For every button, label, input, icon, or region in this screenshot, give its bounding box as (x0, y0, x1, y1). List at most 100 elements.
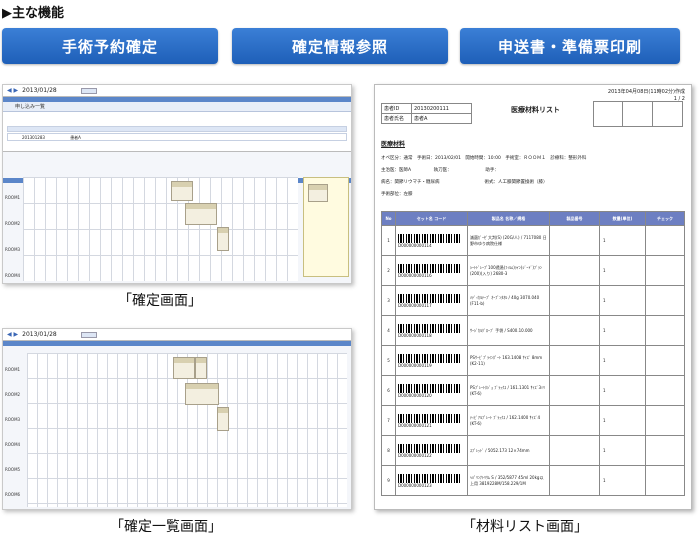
info-line-1: オペ区分：通常 手術日：2013/02/01 開始時間：10:00 手術室：ＲＯ… (381, 156, 587, 161)
display-button[interactable] (80, 331, 97, 338)
info-line-4: 手術部位：左膝 (381, 192, 413, 197)
surgery-card[interactable] (195, 357, 207, 379)
row-qty: 1 (599, 255, 646, 286)
surgery-card[interactable] (185, 203, 217, 225)
list-row-name: 患者A (70, 135, 81, 140)
row-name: ｽﾌﾟﾚｯﾄﾞ / 5052.173 12×74mm (467, 435, 550, 466)
patient-id: 20130200111 (411, 103, 472, 114)
table-row: 6 D000000000120 PSﾌﾟﾚｰﾄﾎｼﾞｮ ﾌﾞﾗｯｸｽ / 161.1… (381, 375, 685, 406)
row-check[interactable] (645, 375, 685, 406)
surgery-card[interactable] (185, 383, 219, 405)
material-list-document: 2013年04月08日(11時02分)作成 1 / 2 患者ID 20130200… (374, 84, 692, 510)
pending-panel (303, 177, 349, 277)
barcode-icon (398, 353, 460, 363)
row-no: 9 (381, 465, 396, 496)
row-check[interactable] (645, 465, 685, 496)
row-code: D000000000122 (398, 452, 432, 458)
section-heading: ▶主な機能 (2, 6, 64, 21)
table-row: 3 D000000000117 ﾒﾃﾞｨｶﾙﾃｰﾌﾟ ｵｰﾌﾟﾝﾀｵﾙ / 40g … (381, 285, 685, 316)
barcode-icon (398, 293, 460, 303)
barcode-icon (398, 323, 460, 333)
row-qty: 1 (599, 405, 646, 436)
row-no: 2 (381, 255, 396, 286)
table-row: 4 D000000000118 ｻｰｼﾞｶﾙｸﾞﾛｰﾌﾞ 手袋 / S400.10.… (381, 315, 685, 346)
room-label: ROOM3 (5, 417, 21, 422)
row-check[interactable] (645, 225, 685, 256)
date-label: 2013/01/28 (22, 331, 57, 338)
row-check[interactable] (645, 315, 685, 346)
row-qty: 1 (599, 375, 646, 406)
row-code: D000000000114 (398, 242, 432, 248)
barcode-icon (398, 443, 460, 453)
list-row-id[interactable]: 201301283 (22, 135, 45, 140)
patient-info-table: 患者ID 20130200111 患者氏名 患者A (381, 103, 472, 124)
row-name: 滅菌ｶﾞｰｾﾞ大判(S) (20G/人) / 7117080 日野市ゆり病院仕様 (467, 225, 550, 256)
arrow-left-icon[interactable]: ◀ ▶ (7, 331, 18, 338)
row-code: D000000000121 (398, 422, 432, 428)
row-name: ﾃｨﾋﾞｱﾙﾌﾟﾚｰﾄ ﾌﾞﾗｯｸｽ / 162.1400 ｻｲｽﾞ4 (KT-… (467, 405, 550, 436)
barcode-icon (398, 413, 460, 423)
row-name: PSｻｰﾋﾞﾌﾟﾗｲﾝﾎﾟｰﾄ 163.1408 ｻｲｽﾞ 8mm (K2-11… (467, 345, 550, 376)
row-qty: 1 (599, 435, 646, 466)
arrow-left-icon[interactable]: ◀ ▶ (7, 87, 18, 94)
patient-name: 患者A (411, 113, 472, 124)
row-check[interactable] (645, 435, 685, 466)
display-button[interactable] (80, 87, 97, 94)
row-no: 1 (381, 225, 396, 256)
row-no: 3 (381, 285, 396, 316)
table-row: 7 D000000000121 ﾃｨﾋﾞｱﾙﾌﾟﾚｰﾄ ﾌﾞﾗｯｸｽ / 162.1… (381, 405, 685, 436)
surgery-card[interactable] (217, 227, 229, 251)
row-qty: 1 (599, 465, 646, 496)
print-documents-button[interactable]: 申送書・準備票印刷 (460, 28, 680, 64)
row-code: D000000000118 (398, 332, 432, 338)
room-label: ROOM4 (5, 273, 21, 278)
table-row: 5 D000000000119 PSｻｰﾋﾞﾌﾟﾗｲﾝﾎﾟｰﾄ 163.1408 ｻ… (381, 345, 685, 376)
section-title: 医療材料 (381, 141, 406, 148)
row-no: 5 (381, 345, 396, 376)
surgery-card[interactable] (173, 357, 195, 379)
room-label: ROOM2 (5, 392, 21, 397)
caption-material-list: 「材料リスト画面」 (462, 519, 588, 535)
surgery-card[interactable] (171, 181, 193, 201)
row-code: D000000000117 (398, 302, 432, 308)
room-label: ROOM1 (5, 367, 21, 372)
caption-confirm-list: 「確定一覧画面」 (110, 519, 222, 535)
table-row: 2 D000000000116 ｼｰﾄﾄﾞﾚｰﾌﾟ100透過(ﾌｨﾙﾑ)ﾗｲﾝ(ｼﾞ… (381, 255, 685, 286)
table-row: 9 D000000000123 ﾍﾊﾟﾘﾝﾅﾄﾘｳﾑ S / 352/5877 45… (381, 465, 685, 496)
date-label: 2013/01/28 (22, 87, 57, 94)
barcode-icon (398, 233, 460, 243)
row-check[interactable] (645, 285, 685, 316)
row-code: D000000000123 (398, 482, 432, 488)
row-no: 8 (381, 435, 396, 466)
room-label: ROOM3 (5, 247, 21, 252)
surgery-confirm-button[interactable]: 手術予約確定 (2, 28, 218, 64)
row-name: PSﾌﾟﾚｰﾄﾎｼﾞｮ ﾌﾞﾗｯｸｽ / 161.1301 ｻｲｽﾞ3ﾐﾘ (K… (467, 375, 550, 406)
room-label: ROOM6 (5, 492, 21, 497)
confirm-list-thumbnail: ◀ ▶ 2013/01/28 ROOM1 ROOM2 ROOM3 ROOM4 R… (2, 328, 352, 510)
confirm-screen-thumbnail: ◀ ▶ 2013/01/28 申し込み一覧 201301283 患者A ROOM… (2, 84, 352, 284)
row-code: D000000000119 (398, 362, 432, 368)
confirmed-info-button[interactable]: 確定情報参照 (232, 28, 448, 64)
row-check[interactable] (645, 405, 685, 436)
row-code: D000000000116 (398, 272, 432, 278)
row-name: ﾒﾃﾞｨｶﾙﾃｰﾌﾟ ｵｰﾌﾟﾝﾀｵﾙ / 40g 3070.040 (F11-… (467, 285, 550, 316)
info-line-3: 病名：関節リウマチ・糖尿病 術式：人工膝関節置換術（膝） (381, 180, 548, 185)
row-qty: 1 (599, 225, 646, 256)
row-name: ﾍﾊﾟﾘﾝﾅﾄﾘｳﾑ S / 352/5877 45ml 20kg以上用 381… (467, 465, 550, 496)
row-no: 7 (381, 405, 396, 436)
table-row: 8 D000000000122 ｽﾌﾟﾚｯﾄﾞ / 5052.173 12×74mm… (381, 435, 685, 466)
document-title: 医療材料リスト (511, 106, 560, 114)
row-name: ｻｰｼﾞｶﾙｸﾞﾛｰﾌﾞ 手袋 / S400.10.000 (467, 315, 550, 346)
row-no: 6 (381, 375, 396, 406)
barcode-icon (398, 473, 460, 483)
row-check[interactable] (645, 345, 685, 376)
barcode-icon (398, 263, 460, 273)
row-check[interactable] (645, 255, 685, 286)
barcode-icon (398, 383, 460, 393)
info-line-2: 主治医：医師A 執刀医： 助手： (381, 168, 499, 173)
schedule-grid[interactable] (23, 177, 298, 281)
row-qty: 1 (599, 285, 646, 316)
surgery-card[interactable] (217, 407, 229, 431)
row-code: D000000000120 (398, 392, 432, 398)
print-date: 2013年04月08日(11時02分)作成 (607, 89, 685, 95)
